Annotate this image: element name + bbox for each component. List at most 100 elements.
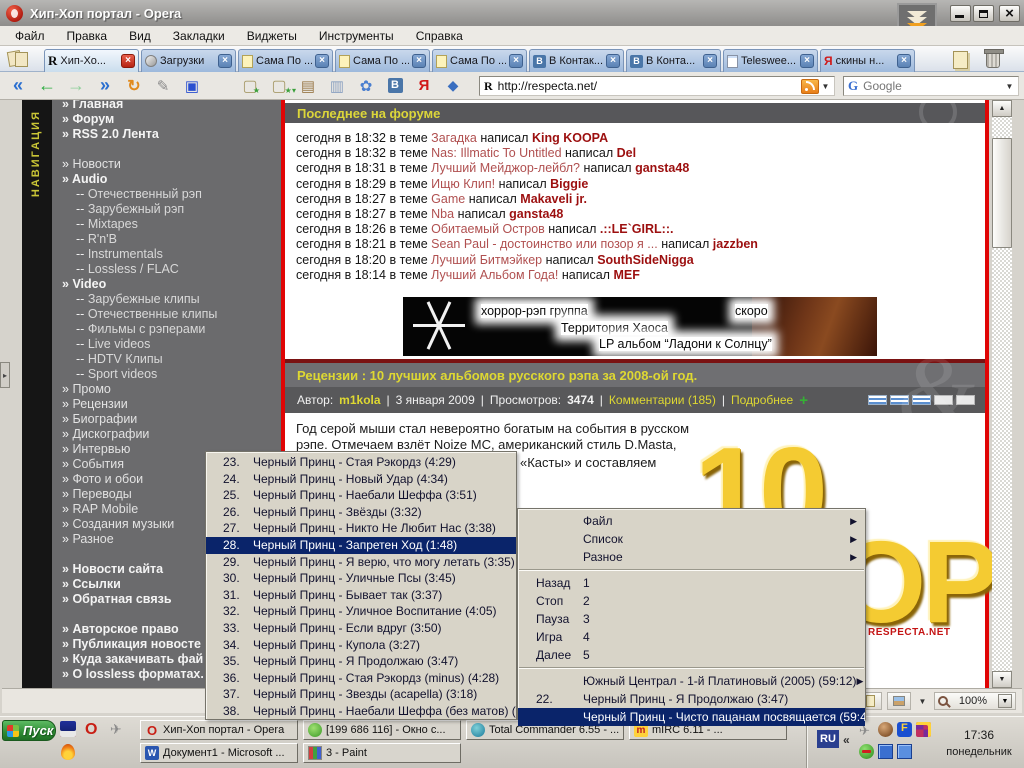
trash-icon[interactable] xyxy=(986,52,1000,68)
browser-tab[interactable]: Сама По ... xyxy=(335,49,430,72)
fast-forward-icon[interactable] xyxy=(95,76,115,96)
topic-link[interactable]: Ищю Клип! xyxy=(431,177,495,191)
player-menu-track[interactable]: Южный Централ - 1-й Платиновый (2005) (5… xyxy=(518,672,865,690)
playlist-item[interactable]: 30. Черный Принц - Уличные Псы (3:45) xyxy=(206,570,516,587)
sidebar-item[interactable]: Отечественные клипы xyxy=(52,307,281,322)
player-menu-control[interactable]: Стоп 2 xyxy=(518,592,865,610)
sidebar-item[interactable]: Рецензии xyxy=(52,397,281,412)
taskbar-button[interactable]: 3 - Paint xyxy=(303,743,461,763)
bookmarks-icon[interactable] xyxy=(269,76,289,96)
topic-link[interactable]: Лучший Битмэйкер xyxy=(431,253,542,267)
player-menu-control[interactable]: Пауза 3 xyxy=(518,610,865,628)
sidebar-item[interactable]: RSS 2.0 Лента xyxy=(52,127,281,142)
back-icon[interactable] xyxy=(37,76,57,96)
topic-link[interactable]: Лучший Мейджор-лейбл? xyxy=(431,161,580,175)
sidebar-item[interactable]: Форум xyxy=(52,112,281,127)
playlist-item[interactable]: 23. Черный Принц - Стая Рэкордз (4:29) xyxy=(206,454,516,471)
rewind-icon[interactable] xyxy=(8,76,28,96)
forward-icon[interactable] xyxy=(66,76,86,96)
topic-link[interactable]: Лучший Альбом Года! xyxy=(431,268,558,282)
author-link[interactable]: Del xyxy=(617,146,636,160)
playlist-item[interactable]: 26. Черный Принц - Звёзды (3:32) xyxy=(206,504,516,521)
services-icon[interactable] xyxy=(443,76,463,96)
topic-link[interactable]: Загадка xyxy=(431,131,477,145)
menu-item[interactable]: Файл xyxy=(4,29,56,43)
plus-icon[interactable]: + xyxy=(799,392,808,409)
sidebar-item[interactable]: Фильмы с рэперами xyxy=(52,322,281,337)
menu-item[interactable]: Правка xyxy=(56,29,119,43)
author-link[interactable]: King KOOPA xyxy=(532,131,608,145)
author-link[interactable]: Makaveli jr. xyxy=(520,192,587,206)
player-menu-control[interactable]: Назад 1 xyxy=(518,574,865,592)
scrollbar-up-icon[interactable] xyxy=(992,100,1012,117)
language-indicator[interactable]: RU xyxy=(817,730,839,748)
monitor2-icon[interactable] xyxy=(897,744,912,759)
save-icon[interactable] xyxy=(182,76,202,96)
address-input[interactable] xyxy=(493,79,801,93)
opera-icon[interactable] xyxy=(85,721,101,737)
sidebar-item[interactable]: Дискографии xyxy=(52,427,281,442)
author-link[interactable]: SouthSideNigga xyxy=(597,253,694,267)
clock[interactable]: 17:36 понедельник xyxy=(937,721,1021,765)
search-dropdown-icon[interactable]: ▼ xyxy=(1003,82,1016,91)
topic-link[interactable]: Nas: Illmatic To Untitled xyxy=(431,146,561,160)
author-link[interactable]: .::LE`GIRL::. xyxy=(600,222,674,236)
sidebar-item[interactable]: Video xyxy=(52,277,281,292)
menu-item[interactable]: Вид xyxy=(118,29,162,43)
address-dropdown-icon[interactable]: ▼ xyxy=(819,82,832,91)
sidebar-item[interactable]: Lossless / FLAC xyxy=(52,262,281,277)
tray-collapse-icon[interactable]: « xyxy=(843,733,850,747)
browser-tab[interactable]: Загрузки xyxy=(141,49,236,72)
tab-close-icon[interactable] xyxy=(121,54,135,68)
view-dropdown-icon[interactable]: ▼ xyxy=(916,697,929,706)
sidebar-item[interactable]: Sport videos xyxy=(52,367,281,382)
playlist-item[interactable]: 36. Черный Принц - Стая Рэкордз (minus) … xyxy=(206,670,516,687)
floppy-icon[interactable] xyxy=(60,721,76,737)
taskbar-button[interactable]: [199 686 116] - Окно с... xyxy=(303,720,461,740)
fit-to-width-button[interactable] xyxy=(887,692,911,710)
grid-icon[interactable] xyxy=(916,722,931,737)
playlist-item[interactable]: 28. Черный Принц - Запретен Ход (1:48) xyxy=(206,537,516,554)
restore-button[interactable] xyxy=(973,5,994,22)
tab-close-icon[interactable] xyxy=(703,54,717,68)
topic-link[interactable]: Sean Paul - достоинство или позор я ... xyxy=(431,237,658,251)
panel-expander[interactable] xyxy=(0,362,10,388)
sidebar-item[interactable]: Новости xyxy=(52,157,281,172)
edit-icon[interactable] xyxy=(153,76,173,96)
monitor-icon[interactable] xyxy=(878,744,893,759)
author-link[interactable]: gansta48 xyxy=(635,161,689,175)
playlist-item[interactable]: 31. Черный Принц - Бывает так (3:37) xyxy=(206,587,516,604)
zoom-control[interactable]: 100% xyxy=(934,692,1016,710)
author-link[interactable]: jazzben xyxy=(713,237,758,251)
browser-tab[interactable]: Сама По ... xyxy=(238,49,333,72)
player-menu-submenu[interactable]: Файл xyxy=(518,512,865,530)
player-menu-control[interactable]: Игра 4 xyxy=(518,628,865,646)
browser-tab[interactable]: скины н... xyxy=(820,49,915,72)
sidebar-item[interactable]: Зарубежные клипы xyxy=(52,292,281,307)
start-button[interactable]: Пуск xyxy=(2,720,56,741)
tab-close-icon[interactable] xyxy=(606,54,620,68)
reload-icon[interactable] xyxy=(124,76,144,96)
moth-icon[interactable] xyxy=(110,721,126,737)
browser-tab[interactable]: В Конта... xyxy=(626,49,721,72)
menu-item[interactable]: Виджеты xyxy=(236,29,308,43)
player-menu-submenu[interactable]: Список xyxy=(518,530,865,548)
taskbar-button[interactable]: Документ1 - Microsoft ... xyxy=(140,743,298,763)
author-link[interactable]: MEF xyxy=(613,268,639,282)
playlist-item[interactable]: 32. Черный Принц - Уличное Воспитание (4… xyxy=(206,603,516,620)
article-title[interactable]: Рецензии : 10 лучших альбомов русского р… xyxy=(285,368,697,383)
new-tab-icon[interactable] xyxy=(953,51,968,69)
browser-tab[interactable]: В Контак... xyxy=(529,49,624,72)
comments-link[interactable]: Комментарии (185) xyxy=(609,393,716,407)
topic-link[interactable]: Game xyxy=(431,192,465,206)
playlist-item[interactable]: 35. Черный Принц - Я Продолжаю (3:47) xyxy=(206,653,516,670)
sidebar-item[interactable]: Audio xyxy=(52,172,281,187)
tab-close-icon[interactable] xyxy=(897,54,911,68)
rss-icon[interactable] xyxy=(801,79,819,94)
menu-item[interactable]: Справка xyxy=(405,29,474,43)
scrollbar-down-icon[interactable] xyxy=(992,671,1012,688)
topic-link[interactable]: Nba xyxy=(431,207,454,221)
copy-icon[interactable] xyxy=(327,76,347,96)
zoom-dropdown-icon[interactable] xyxy=(998,694,1012,708)
taskbar-button[interactable]: Хип-Хоп портал - Opera xyxy=(140,720,298,740)
